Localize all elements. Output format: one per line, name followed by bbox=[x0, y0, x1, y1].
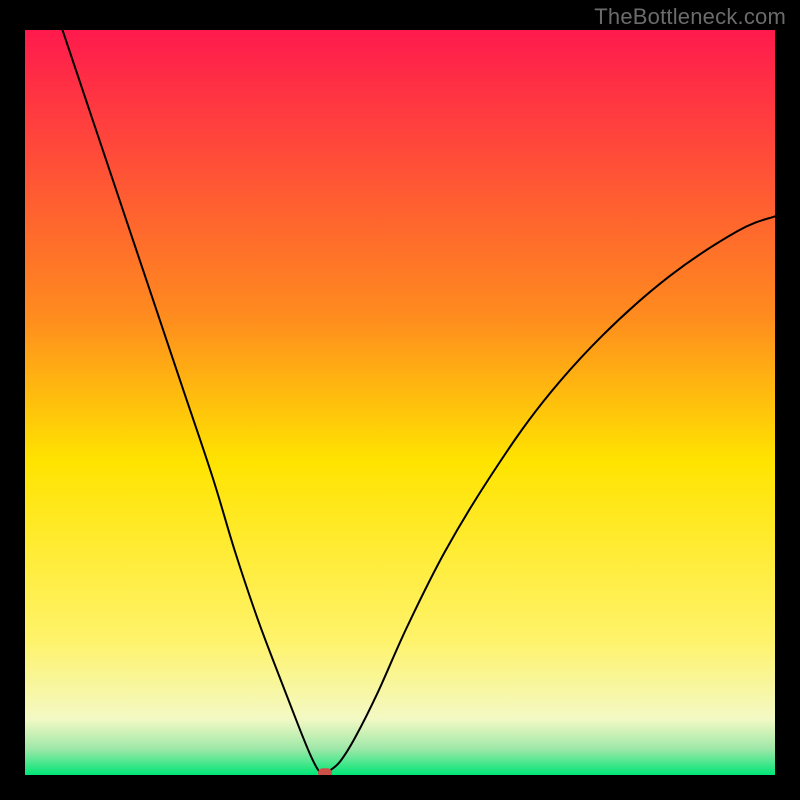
gradient-background bbox=[25, 30, 775, 775]
chart-frame: TheBottleneck.com bbox=[0, 0, 800, 800]
bottleneck-chart bbox=[25, 30, 775, 775]
watermark-label: TheBottleneck.com bbox=[594, 4, 786, 30]
optimal-marker bbox=[318, 768, 332, 775]
